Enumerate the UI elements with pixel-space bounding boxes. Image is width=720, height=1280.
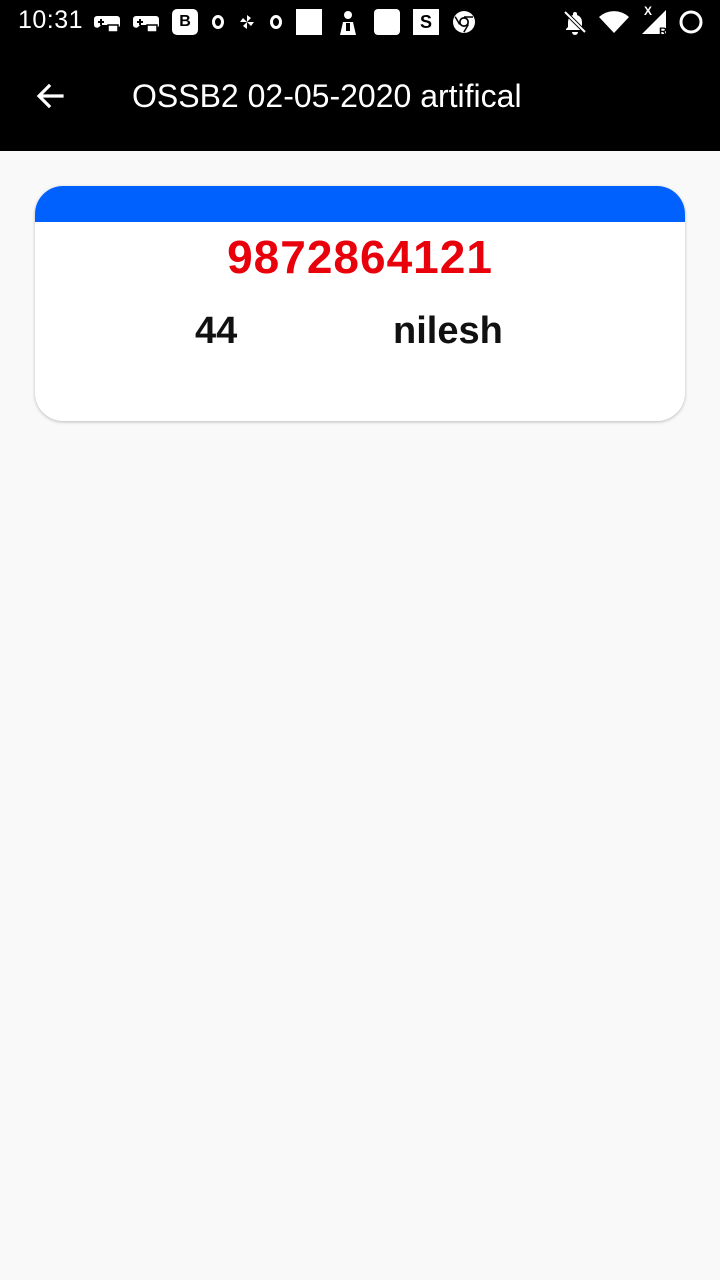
o-circle-icon [211, 14, 225, 30]
people-icon [335, 9, 361, 35]
white-square-icon [296, 9, 322, 35]
s-badge-label: S [419, 11, 432, 32]
s-badge-icon: S [413, 9, 439, 35]
chrome-icon [452, 10, 476, 34]
b-badge-label: B [179, 13, 191, 30]
signal-r-label: R [659, 26, 667, 38]
white-square-icon [374, 9, 400, 35]
notification-icons: B S [94, 8, 476, 36]
page-title: OSSB2 02-05-2020 artifical [132, 78, 522, 114]
signal-x-label: X [644, 4, 653, 18]
wifi-icon [598, 10, 630, 34]
arrow-left-icon [34, 80, 66, 112]
pinwheel-icon [238, 13, 256, 31]
game-controller-icon [94, 11, 120, 33]
card-name-value: nilesh [393, 310, 503, 352]
bell-off-icon [562, 9, 588, 35]
back-button[interactable] [26, 72, 74, 120]
card-number-value: 44 [195, 310, 238, 352]
signal-icon: X R [640, 4, 668, 38]
phone-number: 9872864121 [227, 231, 493, 283]
app-bar: OSSB2 02-05-2020 artifical [0, 44, 720, 151]
o-circle-icon [269, 14, 283, 30]
circle-icon [678, 9, 704, 35]
status-time: 10:31 [18, 6, 84, 34]
system-icons: X R [562, 4, 704, 38]
result-card[interactable]: 9872864121 44 nilesh [35, 186, 685, 421]
status-bar: 10:31 B S X R [0, 0, 720, 44]
card-header [35, 186, 685, 222]
game-controller-icon [133, 11, 159, 33]
b-badge-icon: B [172, 9, 198, 35]
